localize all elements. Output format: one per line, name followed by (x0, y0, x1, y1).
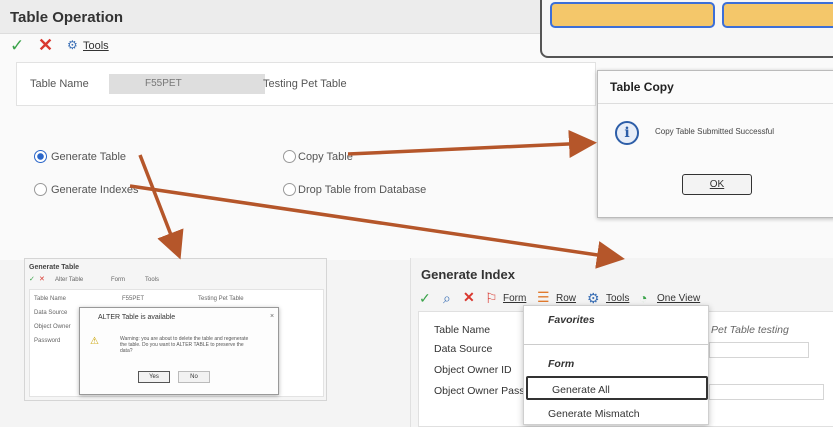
table-description: Testing Pet Table (263, 78, 347, 90)
table-name-label: Table Name (30, 78, 89, 90)
search-icon[interactable]: ⌕ (443, 290, 451, 307)
tools-gear-icon[interactable]: ⚙ (67, 38, 78, 52)
option-generate-indexes-label[interactable]: Generate Indexes (51, 184, 138, 196)
table-name-label: Table Name (434, 324, 491, 336)
table-name-field[interactable]: F55PET (109, 74, 265, 94)
radio-generate-indexes[interactable] (34, 183, 47, 196)
dropdown-generate-all[interactable]: Generate All (526, 376, 708, 400)
yellow-tile-right[interactable] (722, 2, 833, 28)
field-label: Table Name (34, 296, 67, 302)
info-icon: i (615, 121, 639, 145)
field-label: Data Source (34, 310, 68, 316)
tools-menu[interactable]: Tools (145, 277, 159, 283)
tools-menu[interactable]: Tools (606, 293, 629, 304)
row-icon: ☰ (537, 289, 550, 305)
data-source-label: Data Source (434, 343, 493, 355)
owner-password-label: Object Owner Password (434, 385, 530, 397)
cancel-x-icon[interactable]: ✕ (463, 289, 475, 306)
owner-password-field[interactable] (709, 384, 824, 400)
radio-generate-table[interactable] (34, 150, 47, 163)
owner-id-label: Object Owner ID (434, 364, 512, 376)
data-source-field[interactable] (709, 342, 809, 358)
table-copy-dialog: Table Copy i Copy Table Submitted Succes… (597, 70, 833, 218)
option-copy-table-label[interactable]: Copy Table (298, 151, 353, 163)
ok-check-icon[interactable]: ✓ (29, 275, 35, 283)
dialog-title: Table Copy (610, 80, 674, 94)
ok-check-icon[interactable]: ✓ (10, 36, 24, 56)
tools-menu[interactable]: Tools (83, 40, 109, 52)
partial-window (540, 0, 833, 58)
table-description: Testing Pet Table (198, 296, 244, 302)
generate-table-panel: Generate Table ✓ ✕ Alter Table Form Tool… (24, 258, 327, 401)
table-info-form: Table Name F55PET Testing Pet Table (16, 62, 596, 106)
field-label: Password (34, 338, 61, 344)
option-generate-table-label[interactable]: Generate Table (51, 151, 126, 163)
table-name-value: F55PET (122, 296, 145, 302)
dropdown-form: Form (548, 358, 575, 370)
ok-check-icon[interactable]: ✓ (419, 290, 431, 307)
warning-icon: ⚠ (90, 336, 99, 347)
table-description: Pet Table testing (711, 324, 789, 336)
dropdown-favorites: Favorites (548, 314, 595, 326)
title-bar: Table Operation (0, 0, 540, 34)
form-menu[interactable]: Form (503, 293, 526, 304)
no-button[interactable]: No (178, 371, 210, 383)
close-icon[interactable]: × (270, 313, 274, 320)
yes-button[interactable]: Yes (138, 371, 170, 383)
dialog-message: Copy Table Submitted Successful (655, 127, 775, 136)
dropdown-generate-mismatch[interactable]: Generate Mismatch (524, 402, 708, 426)
generate-index-title: Generate Index (421, 267, 515, 282)
option-drop-table-label[interactable]: Drop Table from Database (298, 184, 426, 196)
form-menu[interactable]: Form (111, 277, 125, 283)
form-dropdown-menu: Favorites Form Generate All Generate Mis… (523, 305, 709, 425)
field-label: Object Owner (34, 324, 71, 330)
divider (524, 344, 708, 345)
generate-table-title: Generate Table (29, 264, 80, 271)
cancel-x-icon[interactable]: ✕ (39, 275, 45, 283)
alter-table-menu[interactable]: Alter Table (55, 277, 83, 283)
radio-copy-table[interactable] (283, 150, 296, 163)
alter-table-dialog: ALTER Table is available × ⚠ Warning: yo… (79, 307, 279, 395)
radio-drop-table[interactable] (283, 183, 296, 196)
generate-index-panel: Generate Index ✓ ⌕ ✕ ⚐ Form ☰ Row ⚙ Tool… (410, 258, 833, 427)
yellow-tile-left[interactable] (550, 2, 715, 28)
divider (598, 103, 833, 104)
ok-button[interactable]: OK (682, 174, 752, 195)
alter-dialog-message: Warning: you are about to delete the tab… (120, 336, 249, 354)
form-icon: ⚐ (485, 290, 498, 306)
row-menu[interactable]: Row (556, 293, 576, 304)
one-view-menu[interactable]: One View (657, 293, 700, 304)
one-view-icon: ◔ (639, 290, 648, 306)
alter-dialog-title: ALTER Table is available (98, 314, 176, 321)
page-title: Table Operation (10, 9, 124, 26)
cancel-x-icon[interactable]: ✕ (38, 35, 53, 56)
